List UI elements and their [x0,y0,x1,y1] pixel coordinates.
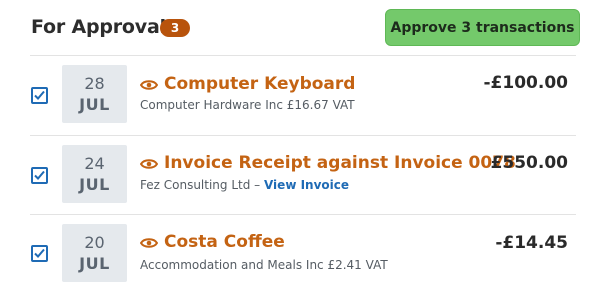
transaction-row: 28 JUL Computer Keyboard Computer Hardwa… [0,56,600,135]
page-title: For Approval [31,16,166,38]
transaction-amount: £550.00 [490,153,568,173]
checkmark-icon [34,170,45,180]
count-badge: 3 [160,19,190,37]
view-invoice-link[interactable]: View Invoice [264,178,349,192]
checkmark-icon [34,248,45,258]
transaction-row: 20 JUL Costa Coffee Accommodation and Me… [0,215,600,294]
date-tile: 28 JUL [62,65,127,123]
transaction-row: 24 JUL Invoice Receipt against Invoice 0… [0,136,600,215]
transaction-checkbox[interactable] [31,167,48,184]
eye-icon[interactable] [140,237,158,249]
transaction-checkbox[interactable] [31,87,48,104]
subtitle-prefix: Fez Consulting Ltd – [140,178,264,192]
transaction-subtitle: Computer Hardware Inc £16.67 VAT [140,98,355,112]
date-tile: 20 JUL [62,224,127,282]
transaction-subtitle: Accommodation and Meals Inc £2.41 VAT [140,258,388,272]
transaction-amount: -£14.45 [495,233,568,253]
transaction-title[interactable]: Costa Coffee [164,232,285,252]
date-month: JUL [79,254,110,273]
transaction-subtitle: Fez Consulting Ltd – View Invoice [140,178,349,192]
checkmark-icon [34,90,45,100]
transaction-amount: -£100.00 [483,73,569,93]
date-month: JUL [79,175,110,194]
date-day: 20 [84,233,105,252]
eye-icon[interactable] [140,158,158,170]
date-day: 28 [84,74,105,93]
transaction-checkbox[interactable] [31,245,48,262]
transaction-title[interactable]: Invoice Receipt against Invoice 0078 [164,153,516,173]
transaction-title[interactable]: Computer Keyboard [164,74,355,94]
approval-header: For Approval 3 Approve 3 transactions [0,0,600,55]
date-month: JUL [79,95,110,114]
date-day: 24 [84,154,105,173]
approve-transactions-button[interactable]: Approve 3 transactions [385,9,580,46]
date-tile: 24 JUL [62,145,127,203]
eye-icon[interactable] [140,79,158,91]
